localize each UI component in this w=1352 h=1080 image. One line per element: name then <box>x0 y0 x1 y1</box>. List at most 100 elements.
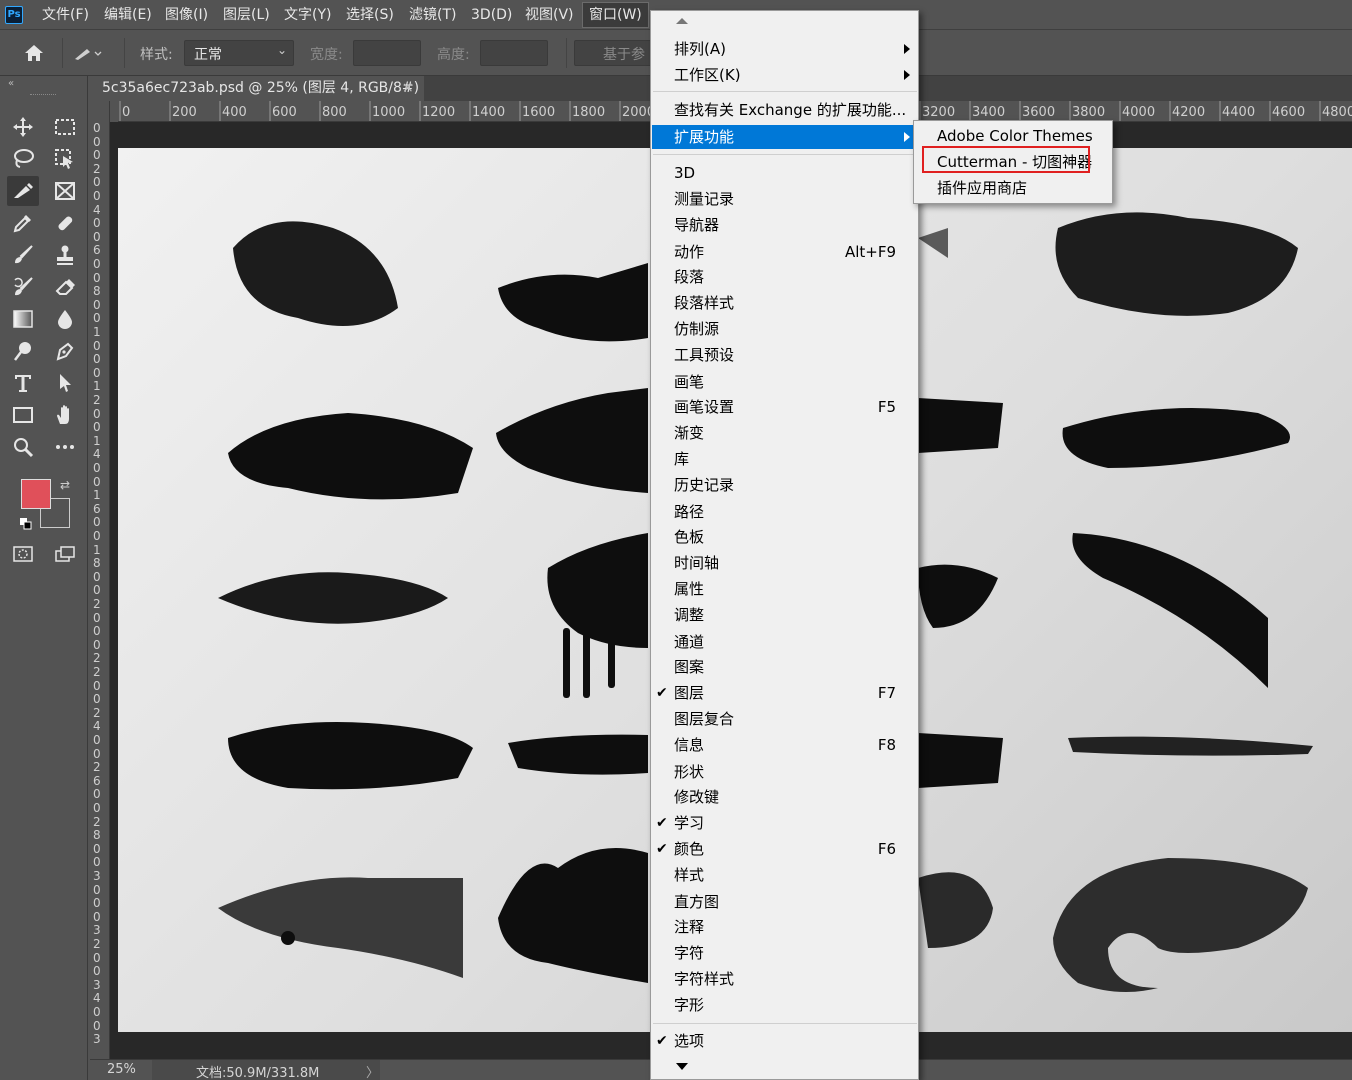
type-icon[interactable] <box>7 368 39 398</box>
brush-icon[interactable] <box>7 240 39 270</box>
menu-item-paths[interactable]: 路径 <box>652 500 918 524</box>
width-field[interactable] <box>353 40 421 66</box>
screen-mode-icon[interactable] <box>49 539 81 569</box>
menu-item-histogram[interactable]: 直方图 <box>652 890 918 914</box>
dodge-icon[interactable] <box>7 336 39 366</box>
menu-item-arrange[interactable]: 排列(A) <box>652 37 918 61</box>
menu-item-character-styles[interactable]: 字符样式 <box>652 967 918 991</box>
zoom-icon[interactable] <box>7 432 39 462</box>
more-icon[interactable] <box>49 432 81 462</box>
ruler-tick: 0 <box>93 297 101 312</box>
scroll-up-icon[interactable] <box>676 18 688 24</box>
menu-item-navigator[interactable]: 导航器 <box>652 213 918 237</box>
menu-item-label: 段落样式 <box>674 294 735 312</box>
lasso-icon[interactable] <box>7 144 39 174</box>
menu-item-modifier-keys[interactable]: 修改键 <box>652 785 918 809</box>
ruler-tick: 0 <box>93 692 101 707</box>
menu-item-styles[interactable]: 样式 <box>652 863 918 887</box>
menu-item-patterns[interactable]: 图案 <box>652 655 918 679</box>
quick-mask-icon[interactable] <box>7 539 39 569</box>
blur-icon[interactable] <box>49 304 81 334</box>
menu-item-extensions[interactable]: 扩展功能 <box>652 125 918 149</box>
menu-item-clone-source[interactable]: 仿制源 <box>652 317 918 341</box>
menu-view[interactable]: 视图(V) <box>525 0 574 30</box>
menu-file[interactable]: 文件(F) <box>42 0 89 30</box>
healing-icon[interactable] <box>49 208 81 238</box>
foreground-color-swatch[interactable] <box>21 479 51 509</box>
menu-image[interactable]: 图像(I) <box>165 0 208 30</box>
menu-item-layers[interactable]: ✔ 图层 F7 <box>652 681 918 705</box>
status-arrow-icon[interactable]: 〉 <box>366 1062 379 1080</box>
collapse-icon[interactable]: « <box>8 78 14 89</box>
menu-item-character[interactable]: 字符 <box>652 941 918 965</box>
menu-item-actions[interactable]: 动作 Alt+F9 <box>652 240 918 264</box>
menu-item-shapes[interactable]: 形状 <box>652 760 918 784</box>
eraser-icon[interactable] <box>49 272 81 302</box>
path-select-icon[interactable] <box>49 368 81 398</box>
menu-item-timeline[interactable]: 时间轴 <box>652 551 918 575</box>
home-icon[interactable] <box>18 38 50 68</box>
default-colors-icon[interactable] <box>20 518 32 530</box>
menu-window[interactable]: 窗口(W) <box>582 2 649 28</box>
object-select-icon[interactable] <box>49 144 81 174</box>
menu-item-measurement-log[interactable]: 测量记录 <box>652 187 918 211</box>
stamp-icon[interactable] <box>49 240 81 270</box>
menu-item-properties[interactable]: 属性 <box>652 577 918 601</box>
menu-item-options[interactable]: ✔ 选项 <box>652 1029 918 1053</box>
menu-item-workspace[interactable]: 工作区(K) <box>652 63 918 87</box>
menu-item-exchange[interactable]: 查找有关 Exchange 的扩展功能... <box>652 98 918 122</box>
menu-item-brush-settings[interactable]: 画笔设置 F5 <box>652 395 918 419</box>
menu-item-glyphs[interactable]: 字形 <box>652 993 918 1017</box>
zoom-level[interactable]: 25% <box>107 1062 136 1077</box>
base-button[interactable]: 基于参 <box>574 40 654 66</box>
menu-item-color[interactable]: ✔ 颜色 F6 <box>652 837 918 861</box>
move-icon[interactable] <box>7 112 39 142</box>
menu-item-label: 图层复合 <box>674 710 735 728</box>
scroll-down-icon[interactable] <box>676 1063 688 1070</box>
menu-item-layer-comps[interactable]: 图层复合 <box>652 707 918 731</box>
grip-icon[interactable] <box>30 94 56 96</box>
menu-item-paragraph[interactable]: 段落 <box>652 265 918 289</box>
marquee-icon[interactable] <box>49 112 81 142</box>
menu-item-info[interactable]: 信息 F8 <box>652 733 918 757</box>
eyedropper-icon[interactable] <box>7 208 39 238</box>
menu-item-learn[interactable]: ✔ 学习 <box>652 811 918 835</box>
menu-item-libraries[interactable]: 库 <box>652 447 918 471</box>
submenu-item-plugin-store[interactable]: 插件应用商店 <box>915 175 1111 201</box>
menu-item-swatches[interactable]: 色板 <box>652 525 918 549</box>
hand-icon[interactable] <box>49 400 81 430</box>
menu-select[interactable]: 选择(S) <box>346 0 394 30</box>
height-field[interactable] <box>480 40 548 66</box>
swap-colors-icon[interactable]: ⇄ <box>60 478 70 492</box>
menu-layer[interactable]: 图层(L) <box>223 0 270 30</box>
menu-item-history[interactable]: 历史记录 <box>652 473 918 497</box>
pen-icon[interactable] <box>49 336 81 366</box>
gradient-icon[interactable] <box>7 304 39 334</box>
rectangle-icon[interactable] <box>7 400 39 430</box>
menu-type[interactable]: 文字(Y) <box>284 0 331 30</box>
menu-edit[interactable]: 编辑(E) <box>104 0 152 30</box>
menu-filter[interactable]: 滤镜(T) <box>409 0 456 30</box>
menu-item-channels[interactable]: 通道 <box>652 630 918 654</box>
menu-item-paragraph-styles[interactable]: 段落样式 <box>652 291 918 315</box>
ruler-tick: 0 <box>93 406 101 421</box>
style-select[interactable]: 正常 ⌄ <box>184 40 294 66</box>
ruler-tick: 0 <box>93 461 101 475</box>
menu-item-adjustments[interactable]: 调整 <box>652 603 918 627</box>
menu-item-tool-presets[interactable]: 工具预设 <box>652 343 918 367</box>
ruler-tick: 6 <box>93 243 101 258</box>
ruler-tick: 3400 <box>972 105 1006 120</box>
menu-item-3d[interactable]: 3D <box>652 161 918 185</box>
history-brush-icon[interactable] <box>7 272 39 302</box>
close-icon[interactable]: × <box>402 76 414 101</box>
crop-icon[interactable] <box>7 176 39 206</box>
tool-preset-icon[interactable] <box>72 38 104 68</box>
menu-3d[interactable]: 3D(D) <box>471 0 512 30</box>
menu-item-gradients[interactable]: 渐变 <box>652 421 918 445</box>
menu-item-notes[interactable]: 注释 <box>652 915 918 939</box>
menu-item-brushes[interactable]: 画笔 <box>652 370 918 394</box>
ruler-tick: 6 <box>93 501 101 516</box>
check-icon: ✔ <box>656 1033 668 1049</box>
document-tab[interactable]: 5c35a6ec723ab.psd @ 25% (图层 4, RGB/8#) × <box>90 76 424 101</box>
frame-icon[interactable] <box>49 176 81 206</box>
